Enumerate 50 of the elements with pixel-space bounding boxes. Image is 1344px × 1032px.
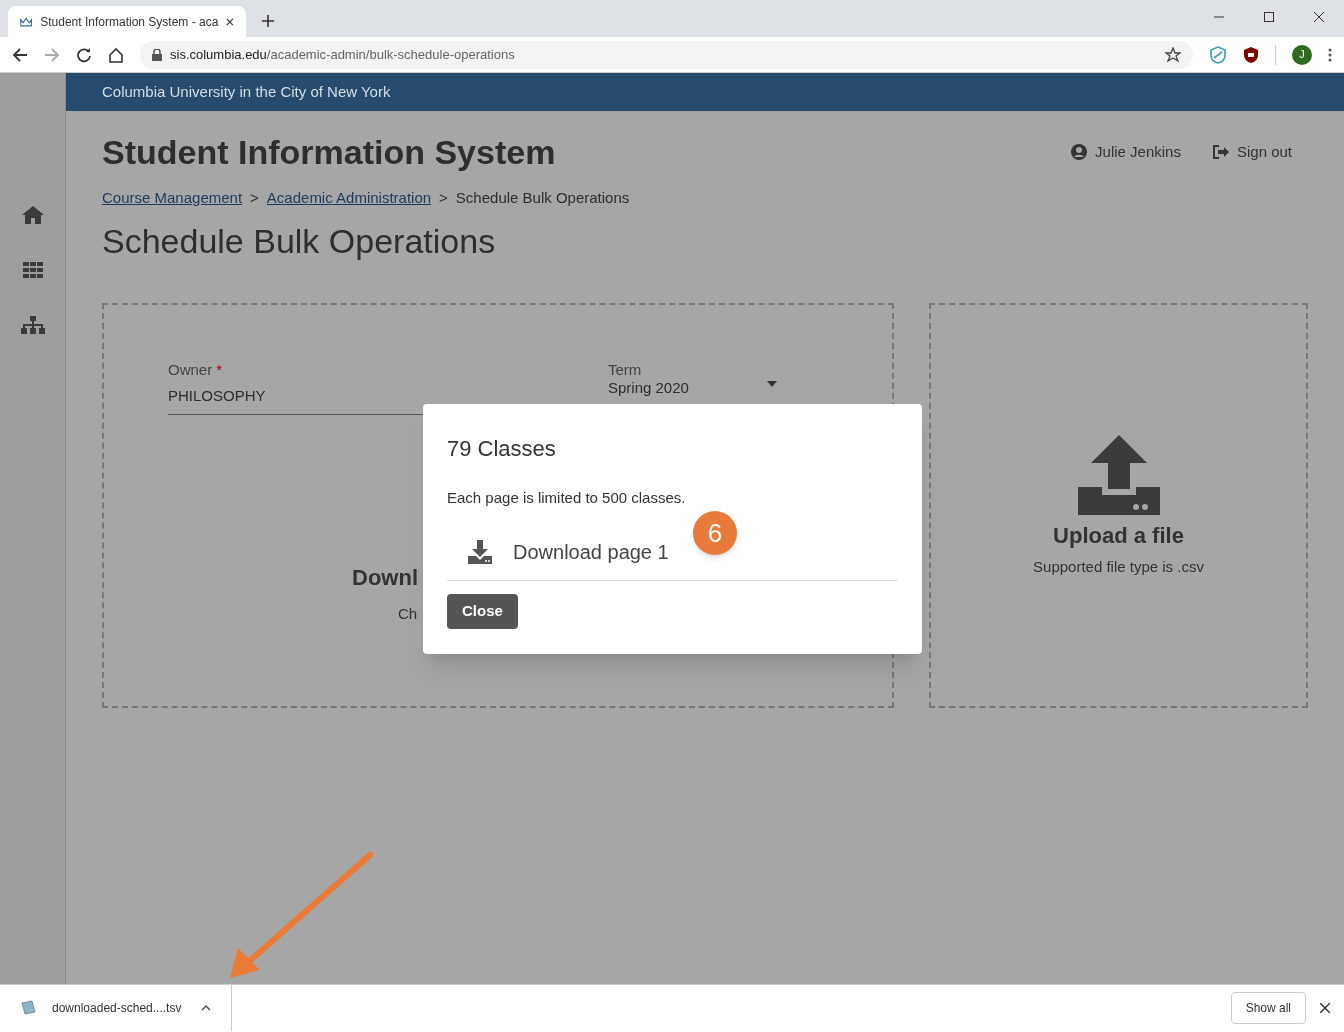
download-icon bbox=[467, 539, 493, 565]
download-item[interactable]: downloaded-sched....tsv bbox=[0, 985, 232, 1031]
file-icon bbox=[20, 1000, 36, 1016]
upload-icon bbox=[1077, 434, 1160, 515]
shield-icon[interactable] bbox=[1243, 45, 1259, 64]
browser-tab[interactable]: Student Information System - aca bbox=[8, 6, 246, 37]
term-dropdown[interactable]: Spring 2020 bbox=[608, 378, 777, 396]
field-label: Owner * bbox=[168, 359, 224, 380]
close-icon[interactable] bbox=[1320, 1003, 1330, 1013]
close-icon[interactable] bbox=[1314, 12, 1324, 22]
caret-icon bbox=[201, 1005, 212, 1011]
url-text: sis.columbia.edu/academic-admin/bulk-schedule-operations bbox=[170, 45, 515, 64]
university-banner: Columbia University in the City of New York bbox=[66, 73, 1344, 111]
breadcrumb-link[interactable]: Academic Administration bbox=[266, 187, 432, 210]
breadcrumb-separator: > bbox=[439, 188, 448, 208]
close-icon[interactable] bbox=[226, 16, 234, 27]
home-icon[interactable] bbox=[108, 46, 124, 63]
crown-icon bbox=[20, 15, 33, 28]
breadcrumb-separator: > bbox=[250, 188, 259, 208]
upload-subtext: Supported file type is .csv bbox=[1033, 556, 1204, 577]
sitemap-icon[interactable] bbox=[20, 316, 45, 334]
show-all-button[interactable]: Show all bbox=[1230, 992, 1306, 1024]
sign-out-icon bbox=[1212, 145, 1229, 159]
breadcrumb-current: Schedule Bulk Operations bbox=[455, 188, 630, 208]
breadcrumb-link[interactable]: Course Management bbox=[102, 187, 243, 210]
dropdown-caret-icon bbox=[766, 380, 777, 387]
sign-out-link[interactable]: Sign out bbox=[1212, 140, 1292, 164]
user-icon bbox=[1071, 144, 1088, 160]
profile-avatar[interactable]: J bbox=[1292, 44, 1312, 65]
maximize-icon[interactable] bbox=[1264, 12, 1274, 22]
panel-heading: Downl bbox=[352, 563, 418, 592]
close-button[interactable]: Close bbox=[447, 593, 518, 629]
tab-title: Student Information System - aca bbox=[40, 13, 219, 31]
lock-icon bbox=[152, 48, 162, 61]
address-bar[interactable]: sis.columbia.edu/academic-admin/bulk-schedule-operations bbox=[140, 40, 1193, 69]
dialog-title: 79 Classes bbox=[447, 435, 557, 463]
back-icon[interactable] bbox=[12, 46, 28, 63]
dialog-message: Each page is limited to 500 classes. bbox=[447, 488, 687, 508]
panel-subtext: Ch bbox=[398, 603, 418, 624]
star-icon[interactable] bbox=[1165, 46, 1181, 63]
upload-heading: Upload a file bbox=[1053, 521, 1184, 550]
app-title: Student Information System bbox=[102, 131, 556, 173]
grid-icon[interactable] bbox=[22, 262, 43, 278]
page-title: Schedule Bulk Operations bbox=[102, 220, 497, 262]
field-label: Term bbox=[608, 360, 643, 379]
reload-icon[interactable] bbox=[76, 46, 92, 63]
menu-icon[interactable] bbox=[1328, 47, 1332, 62]
new-tab-icon[interactable] bbox=[262, 15, 274, 27]
user-name[interactable]: Julie Jenkins bbox=[1095, 140, 1181, 164]
upload-panel[interactable]: Upload a file Supported file type is .csv bbox=[929, 302, 1308, 708]
